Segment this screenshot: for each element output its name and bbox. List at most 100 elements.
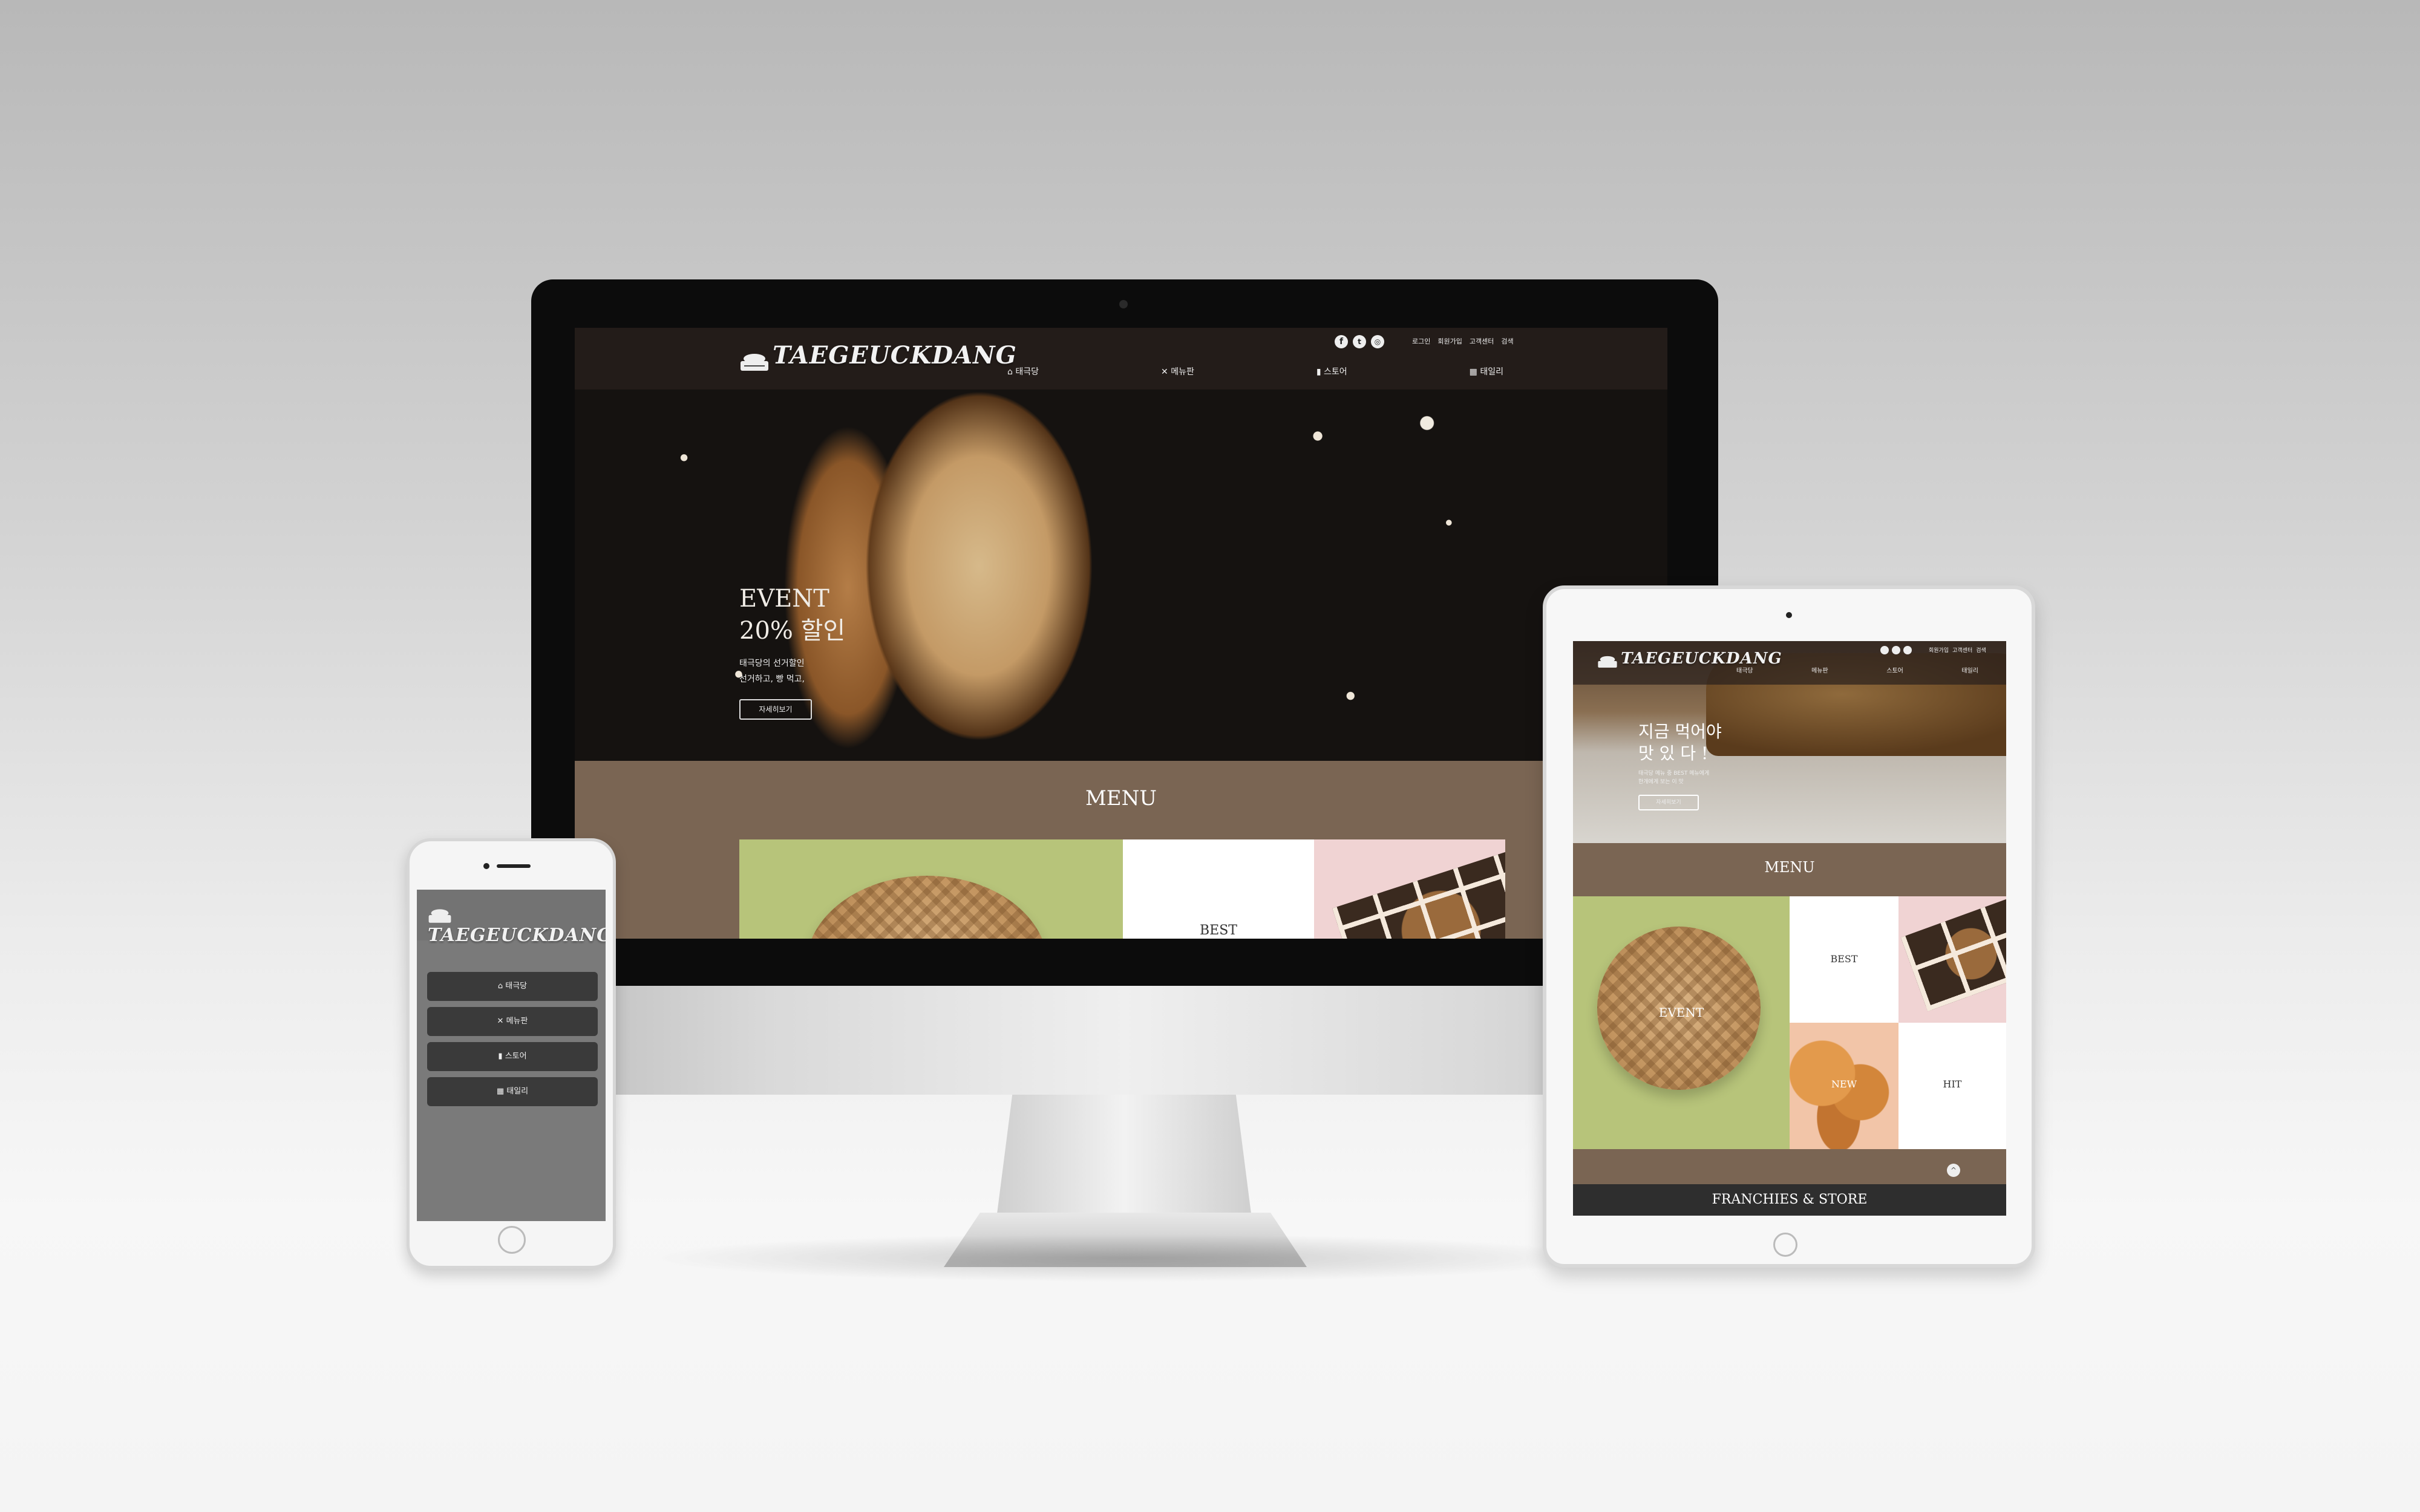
support-link[interactable]: 고객센터 — [1470, 336, 1494, 346]
hero-desc-1: 태극당의 선거할인 — [739, 659, 805, 668]
hero-text: EVENT 20% 할인 태극당의 선거할인 선거하고, 빵 먹고, 자세히보기 — [739, 583, 845, 720]
tablet-tile-gift[interactable] — [1898, 896, 2006, 1023]
nav-item-daily[interactable]: ▦ 태일리 — [1470, 365, 1503, 377]
utensils-icon: ✕ — [1161, 367, 1168, 377]
tablet-nav-store[interactable]: 스토어 — [1886, 665, 1903, 674]
search-link[interactable]: 검색 — [1501, 336, 1513, 346]
hero-title-event: EVENT — [739, 585, 829, 613]
store-icon: ▮ — [498, 1052, 503, 1061]
monitor-shadow — [641, 1234, 1609, 1282]
menu-section: MENU BEST — [575, 761, 1667, 939]
phone-menu-daily[interactable]: ▦ 태일리 — [427, 1077, 598, 1106]
tablet-tile-event[interactable]: EVENT — [1573, 896, 1790, 1149]
menu-tile-best[interactable]: BEST — [1123, 839, 1314, 939]
tablet-menu-section: MENU EVENT BEST NEW HIT ^ — [1573, 843, 2006, 1184]
store-icon: ▮ — [1316, 367, 1321, 377]
brand-logo[interactable]: TAEGEUCKDANG — [739, 341, 1017, 373]
hero-detail-button[interactable]: 자세히보기 — [739, 699, 812, 720]
tablet-home-button[interactable] — [1773, 1233, 1797, 1257]
tile-event-label: EVENT — [1658, 1005, 1704, 1020]
gift-box-image — [1900, 896, 2006, 1012]
hero-title-discount: 20% 할인 — [739, 617, 846, 645]
cake-image — [806, 876, 1048, 939]
tile-best-label: BEST — [1200, 923, 1237, 938]
nav-item-store[interactable]: ▮ 스토어 — [1316, 365, 1347, 377]
gift-box-image — [1332, 848, 1505, 939]
home-icon: ⌂ — [1007, 367, 1013, 377]
twitter-icon[interactable]: t — [1353, 335, 1366, 348]
tablet-device: TAEGEUCKDANG 회원가입 고객센터 검색 태극당 메뉴판 스토어 태일… — [1543, 585, 2035, 1268]
calendar-icon: ▦ — [496, 1087, 505, 1096]
menu-tile-gift[interactable] — [1314, 839, 1505, 939]
hero-desc-2: 선거하고, 빵 먹고, — [739, 674, 805, 684]
phone-menu-home[interactable]: ⌂ 태극당 — [427, 972, 598, 1001]
phone-home-button[interactable] — [498, 1226, 526, 1254]
tablet-franchise-section: FRANCHIES & STORE — [1573, 1184, 2006, 1216]
phone-brand-logo[interactable]: TAEGEUCKDANG — [428, 905, 606, 946]
phone-menu-menu[interactable]: ✕ 메뉴판 — [427, 1007, 598, 1036]
tablet-hero: TAEGEUCKDANG 회원가입 고객센터 검색 태극당 메뉴판 스토어 태일… — [1573, 641, 2006, 843]
tablet-hero-desc-1: 태극당 메뉴 중 BEST 메뉴에게 — [1638, 771, 1710, 777]
tablet-tile-new[interactable]: NEW — [1790, 1023, 1898, 1149]
menu-tile-green[interactable] — [739, 839, 1123, 939]
bread-basket-icon — [741, 353, 768, 371]
home-icon: ⌂ — [497, 982, 503, 991]
tablet-hero-title-1: 지금 먹어야 — [1638, 722, 1722, 741]
desktop-nav: ⌂ 태극당 ✕ 메뉴판 ▮ 스토어 ▦ 태일리 — [1007, 365, 1503, 377]
scroll-top-button[interactable]: ^ — [1947, 1164, 1960, 1177]
desktop-header: TAEGEUCKDANG f t ◎ 로그인 회원가입 고객센터 검색 ⌂ 태극… — [575, 328, 1667, 389]
bread-basket-icon — [428, 909, 451, 923]
monitor-chin-silver — [531, 986, 1718, 1095]
twitter-icon[interactable] — [1892, 646, 1900, 654]
tile-hit-label: HIT — [1943, 1078, 1962, 1090]
nav-item-menu[interactable]: ✕ 메뉴판 — [1161, 365, 1194, 377]
tablet-hero-text: 지금 먹어야 맛 있 다 ! 태극당 메뉴 중 BEST 메뉴에게 한개에게 보… — [1638, 721, 1722, 810]
menu-section-title: MENU — [1085, 786, 1157, 810]
tablet-tile-hit[interactable]: HIT — [1898, 1023, 2006, 1149]
tile-best-label: BEST — [1830, 953, 1858, 965]
franchise-title: FRANCHIES & STORE — [1712, 1192, 1868, 1207]
login-link[interactable]: 로그인 — [1412, 336, 1430, 346]
instagram-icon[interactable] — [1903, 646, 1912, 654]
nav-item-home[interactable]: ⌂ 태극당 — [1007, 365, 1039, 377]
tablet-menu-title: MENU — [1764, 859, 1815, 876]
tablet-screen: TAEGEUCKDANG 회원가입 고객센터 검색 태극당 메뉴판 스토어 태일… — [1573, 641, 2006, 1216]
phone-menu-store[interactable]: ▮ 스토어 — [427, 1042, 598, 1071]
tablet-util-links: 회원가입 고객센터 검색 — [1929, 646, 1986, 654]
tablet-nav: 태극당 메뉴판 스토어 태일리 — [1736, 665, 1978, 674]
search-link[interactable]: 검색 — [1976, 646, 1986, 654]
tile-new-label: NEW — [1831, 1078, 1857, 1090]
tablet-hero-title-2: 맛 있 다 ! — [1638, 743, 1709, 763]
phone-header: TAEGEUCKDANG — [417, 890, 606, 946]
hero-banner: TAEGEUCKDANG f t ◎ 로그인 회원가입 고객센터 검색 ⌂ 태극… — [575, 328, 1667, 761]
phone-camera — [483, 863, 489, 869]
desktop-screen: TAEGEUCKDANG f t ◎ 로그인 회원가입 고객센터 검색 ⌂ 태극… — [575, 328, 1667, 939]
tablet-tile-best[interactable]: BEST — [1790, 896, 1898, 1023]
monitor-chin-black — [531, 939, 1718, 986]
brand-logo-text: TAEGEUCKDANG — [773, 341, 1017, 370]
phone-brand-text: TAEGEUCKDANG — [428, 925, 606, 946]
signup-link[interactable]: 회원가입 — [1437, 336, 1462, 346]
signup-link[interactable]: 회원가입 — [1929, 646, 1949, 654]
bread-basket-icon — [1598, 656, 1617, 668]
instagram-icon[interactable]: ◎ — [1371, 335, 1384, 348]
tablet-hero-detail-button[interactable]: 자세히보기 — [1638, 795, 1699, 810]
facebook-icon[interactable] — [1880, 646, 1889, 654]
tablet-hero-desc-2: 한개에게 보는 이 맛 — [1638, 779, 1684, 785]
phone-speaker — [497, 864, 531, 868]
facebook-icon[interactable]: f — [1335, 335, 1348, 348]
tablet-nav-menu[interactable]: 메뉴판 — [1811, 665, 1828, 674]
utensils-icon: ✕ — [497, 1017, 504, 1026]
tablet-header: TAEGEUCKDANG 회원가입 고객센터 검색 태극당 메뉴판 스토어 태일… — [1573, 641, 2006, 685]
util-links: 로그인 회원가입 고객센터 검색 — [1412, 336, 1514, 346]
tablet-nav-home[interactable]: 태극당 — [1736, 665, 1753, 674]
desktop-monitor: TAEGEUCKDANG f t ◎ 로그인 회원가입 고객센터 검색 ⌂ 태극… — [531, 279, 1718, 986]
tablet-nav-daily[interactable]: 태일리 — [1961, 665, 1978, 674]
social-links: f t ◎ — [1335, 335, 1384, 348]
tablet-camera — [1786, 612, 1792, 618]
phone-screen: TAEGEUCKDANG ⌂ 태극당 ✕ 메뉴판 ▮ 스토어 ▦ 태일리 — [417, 890, 606, 1221]
support-link[interactable]: 고객센터 — [1952, 646, 1972, 654]
phone-device: TAEGEUCKDANG ⌂ 태극당 ✕ 메뉴판 ▮ 스토어 ▦ 태일리 — [407, 838, 616, 1269]
calendar-icon: ▦ — [1469, 367, 1477, 377]
webcam-dot — [1119, 300, 1128, 308]
